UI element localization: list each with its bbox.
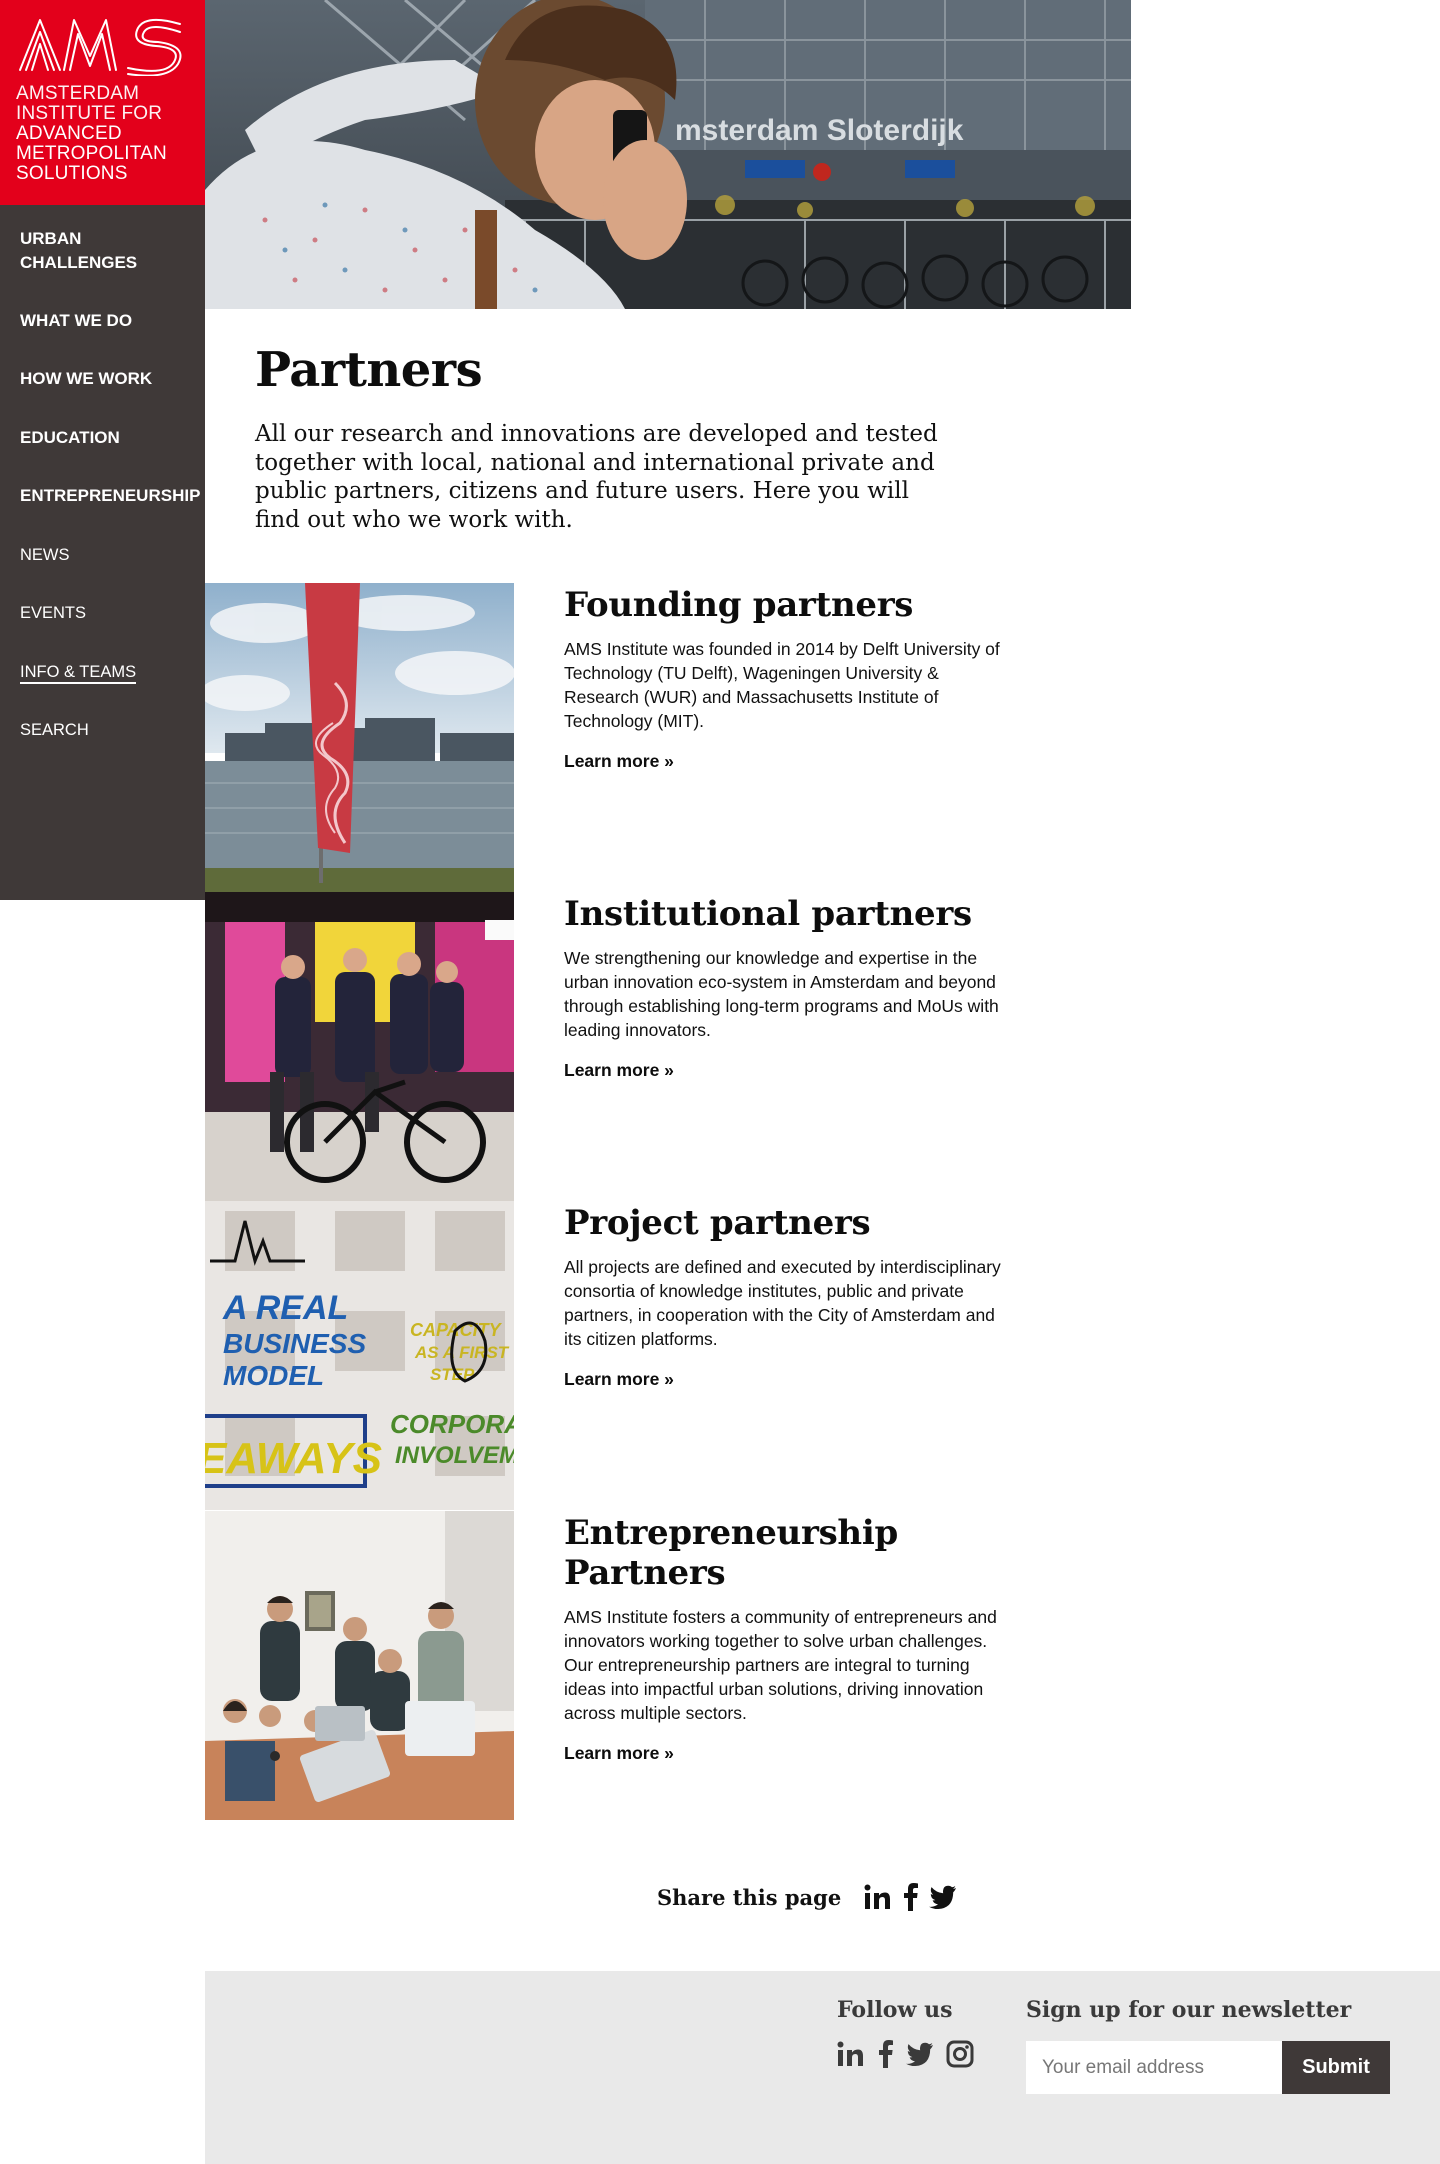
image-word-3: MODEL: [223, 1360, 324, 1391]
logo-line-5: SOLUTIONS: [16, 163, 128, 184]
twitter-icon[interactable]: [906, 2042, 934, 2066]
institutional-partners-image[interactable]: [205, 892, 514, 1201]
image-word-1: A REAL: [222, 1289, 348, 1327]
page-title: Partners: [255, 342, 483, 398]
follow-us-label: Follow us: [837, 1997, 953, 2023]
hero-image: msterdam Sloterdijk: [205, 0, 1131, 309]
image-word-5: AS A FIRST: [414, 1343, 510, 1362]
project-partners-learn-more-link[interactable]: Learn more »: [564, 1369, 674, 1390]
entrepreneurship-partners-text: AMS Institute fosters a community of ent…: [564, 1607, 997, 1723]
nav-item-education[interactable]: EDUCATION: [0, 426, 140, 450]
share-bar: Share this page: [657, 1883, 967, 1911]
page-intro: All our research and innovations are dev…: [255, 421, 938, 533]
institutional-partners-title: Institutional partners: [564, 894, 972, 934]
facebook-icon[interactable]: [876, 2040, 894, 2068]
image-word-8: INVOLVEMEN: [395, 1442, 514, 1469]
newsletter-label: Sign up for our newsletter: [1026, 1997, 1352, 2023]
linkedin-icon[interactable]: [863, 1883, 891, 1911]
image-word-9: EAWAYS: [205, 1434, 382, 1483]
instagram-icon[interactable]: [946, 2040, 974, 2068]
founding-partners-content: Founding partners AMS Institute was foun…: [564, 583, 1004, 772]
nav-item-events[interactable]: EVENTS: [0, 601, 106, 625]
share-label: Share this page: [657, 1884, 842, 1910]
image-word-7: CORPORATE: [390, 1409, 514, 1439]
institutional-partners-content: Institutional partners We strengthening …: [564, 892, 1004, 1081]
linkedin-icon[interactable]: [836, 2040, 864, 2068]
newsletter-email-input[interactable]: [1026, 2041, 1282, 2094]
nav-item-info-teams[interactable]: INFO & TEAMS: [0, 660, 156, 684]
nav-item-info-teams-label: INFO & TEAMS: [20, 663, 137, 684]
logo-line-3: ADVANCED: [16, 123, 122, 144]
image-word-2: BUSINESS: [223, 1328, 366, 1359]
entrepreneurship-partners-image[interactable]: [205, 1511, 514, 1820]
logo[interactable]: AMSTERDAM INSTITUTE FOR ADVANCED METROPO…: [0, 0, 205, 205]
sidebar: AMSTERDAM INSTITUTE FOR ADVANCED METROPO…: [0, 0, 205, 900]
project-partners-title: Project partners: [564, 1203, 871, 1243]
ams-logo-mark-icon: [19, 18, 182, 76]
entrepreneurship-partners-section: Entrepreneurship Partners AMS Institute …: [205, 1511, 1205, 1820]
nav-item-entrepreneurship[interactable]: ENTREPRENEURSHIP: [0, 484, 220, 508]
logo-line-1: AMSTERDAM: [16, 83, 140, 104]
institutional-partners-learn-more-link[interactable]: Learn more »: [564, 1060, 674, 1081]
hero-photo-illustration: msterdam Sloterdijk: [205, 0, 1131, 309]
founding-partners-title: Founding partners: [564, 585, 914, 625]
follow-icons: [836, 2040, 974, 2068]
hero-sign-text: msterdam Sloterdijk: [675, 114, 964, 147]
logo-line-2: INSTITUTE FOR: [16, 103, 163, 124]
nav-item-search[interactable]: SEARCH: [0, 718, 109, 742]
founding-partners-text: AMS Institute was founded in 2014 by Del…: [564, 639, 1000, 731]
institutional-partners-text: We strengthening our knowledge and exper…: [564, 948, 999, 1040]
founding-partners-learn-more-link[interactable]: Learn more »: [564, 751, 674, 772]
entrepreneurship-partners-learn-more-link[interactable]: Learn more »: [564, 1743, 674, 1764]
institutional-partners-section: Institutional partners We strengthening …: [205, 892, 1205, 1201]
founding-partners-image[interactable]: [205, 583, 514, 892]
nav-item-what-we-do[interactable]: WHAT WE DO: [0, 309, 152, 333]
project-partners-text: All projects are defined and executed by…: [564, 1257, 1001, 1349]
newsletter-submit-button[interactable]: Submit: [1282, 2041, 1390, 2094]
project-partners-section: A REAL BUSINESS MODEL CAPACITY AS A FIRS…: [205, 1201, 1205, 1510]
project-partners-image[interactable]: A REAL BUSINESS MODEL CAPACITY AS A FIRS…: [205, 1201, 514, 1510]
logo-wordmark: AMSTERDAM INSTITUTE FOR ADVANCED METROPO…: [16, 84, 189, 184]
founding-partners-section: Founding partners AMS Institute was foun…: [205, 583, 1205, 892]
entrepreneurship-partners-content: Entrepreneurship Partners AMS Institute …: [564, 1511, 1004, 1764]
logo-line-4: METROPOLITAN: [16, 143, 167, 164]
nav-item-how-we-work[interactable]: HOW WE WORK: [0, 367, 172, 391]
facebook-icon[interactable]: [901, 1883, 919, 1911]
project-partners-content: Project partners All projects are define…: [564, 1201, 1004, 1390]
nav-item-urban-challenges[interactable]: URBAN CHALLENGES: [0, 227, 180, 275]
nav-item-news[interactable]: NEWS: [0, 543, 90, 567]
twitter-icon[interactable]: [929, 1885, 957, 1909]
entrepreneurship-partners-title: Entrepreneurship Partners: [564, 1513, 898, 1593]
